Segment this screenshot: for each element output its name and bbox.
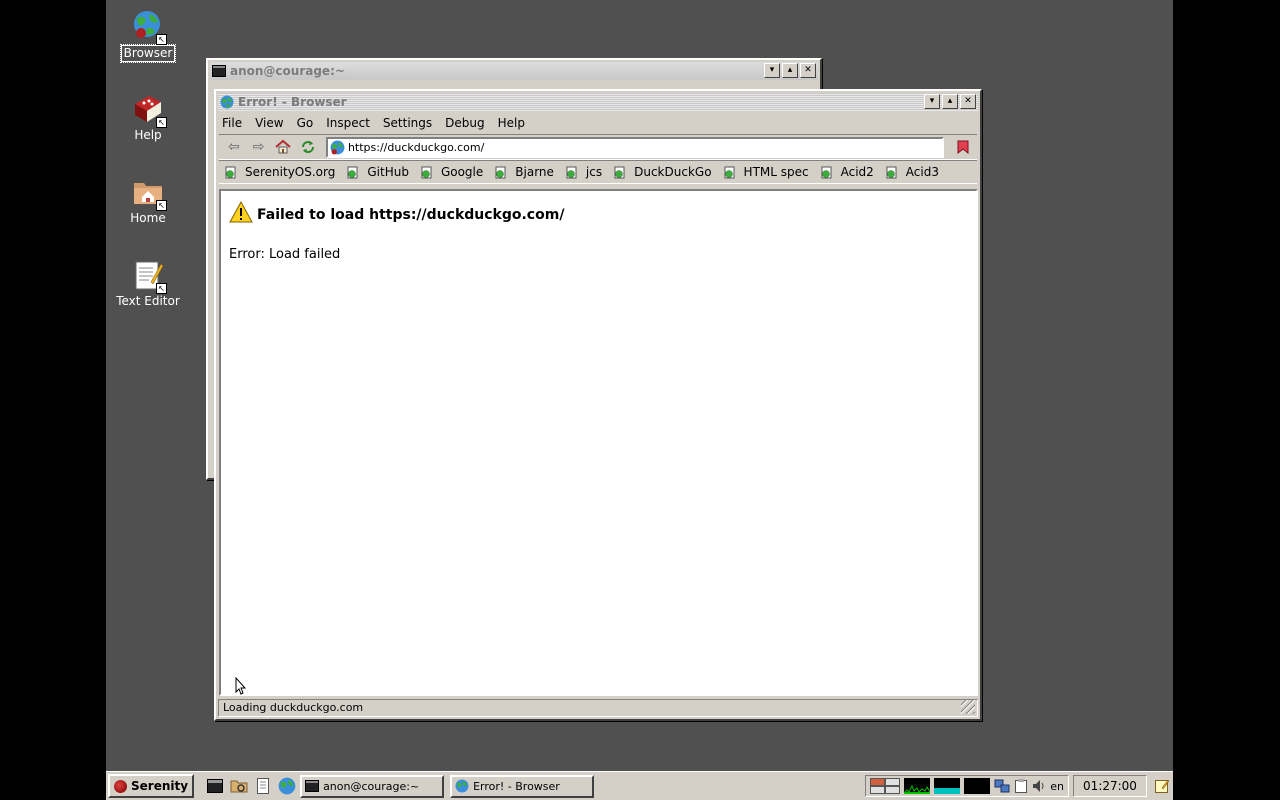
clipboard-icon[interactable]	[1014, 778, 1028, 794]
terminal-icon[interactable]	[206, 777, 224, 795]
bookmark-page-icon	[495, 166, 507, 179]
minimize-button[interactable]: ▾	[924, 94, 940, 109]
status-text: Loading duckduckgo.com	[223, 701, 364, 714]
bookmark-item[interactable]: Bjarne	[495, 165, 554, 179]
bookmark-item[interactable]: jcs	[566, 165, 602, 179]
text-editor-icon: ↖	[131, 258, 167, 294]
browser-title: Error! - Browser	[238, 95, 351, 109]
browser-globe-icon	[220, 95, 234, 109]
bookmark-page-icon	[821, 166, 833, 179]
bookmark-page-icon	[886, 166, 898, 179]
menu-inspect[interactable]: Inspect	[326, 116, 370, 130]
bookmark-item[interactable]: GitHub	[347, 165, 409, 179]
forward-arrow-icon[interactable]: ⇨	[248, 137, 270, 157]
tray-applets: en	[865, 775, 1069, 797]
menu-settings[interactable]: Settings	[383, 116, 432, 130]
status-bar: Loading duckduckgo.com	[218, 699, 978, 717]
bookmark-page-icon	[421, 166, 433, 179]
bookmark-item[interactable]: SerenityOS.org	[225, 165, 335, 179]
menu-go[interactable]: Go	[297, 116, 314, 130]
browser-globe-icon: ↖	[131, 9, 167, 45]
memory-graph[interactable]	[964, 778, 991, 794]
bookmark-item[interactable]: HTML spec	[724, 165, 809, 179]
navigation-toolbar: ⇦ ⇨ https://duckduckgo.com/	[219, 134, 977, 160]
menubar: File View Go Inspect Settings Debug Help	[216, 113, 980, 133]
taskbar: Serenity anon@courage:~ Error! - Browser	[106, 771, 1173, 800]
menu-file[interactable]: File	[222, 116, 242, 130]
home-folder-icon: ↖	[131, 175, 167, 211]
quick-launch	[206, 777, 296, 795]
back-arrow-icon[interactable]: ⇦	[223, 137, 245, 157]
maximize-button[interactable]: ▴	[942, 94, 958, 109]
start-button[interactable]: Serenity	[108, 774, 195, 798]
terminal-icon	[305, 779, 320, 793]
home-icon[interactable]	[272, 137, 294, 157]
bookmark-item[interactable]: Acid2	[821, 165, 874, 179]
desktop-icon-label: Home	[130, 211, 166, 225]
desktop-icon-browser[interactable]: ↖ Browser	[108, 9, 188, 63]
system-tray: en 01:27:00	[865, 775, 1173, 797]
cpu-graph[interactable]	[904, 778, 931, 794]
menu-help[interactable]: Help	[498, 116, 525, 130]
web-content[interactable]: Failed to load https://duckduckgo.com/ E…	[219, 189, 978, 696]
desktop-icon-text-editor[interactable]: ↖ Text Editor	[108, 258, 188, 309]
bookmark-item[interactable]: Acid3	[886, 165, 939, 179]
url-text: https://duckduckgo.com/	[347, 140, 485, 154]
browser-globe-icon[interactable]	[278, 777, 296, 795]
terminal-titlebar[interactable]: anon@courage:~ ▾ ▴ ✕	[210, 62, 818, 80]
workspaces-icon[interactable]	[870, 778, 901, 794]
desktop-icon-help[interactable]: ↖ Help	[108, 92, 188, 143]
serenity-logo-icon	[114, 779, 127, 793]
bookmark-item[interactable]: Google	[421, 165, 483, 179]
bookmark-icon[interactable]	[952, 137, 974, 157]
warning-icon	[229, 200, 253, 223]
help-book-icon: ↖	[131, 92, 167, 128]
close-button[interactable]: ✕	[800, 63, 816, 78]
bookmark-page-icon	[724, 166, 736, 179]
text-editor-icon[interactable]	[254, 777, 272, 795]
mouse-cursor-icon	[235, 676, 247, 698]
volume-icon[interactable]	[1032, 778, 1046, 794]
file-manager-icon[interactable]	[230, 777, 248, 795]
error-heading-row: Failed to load https://duckduckgo.com/	[229, 200, 565, 223]
browser-window[interactable]: Error! - Browser ▾ ▴ ✕ File View Go Insp…	[214, 89, 982, 721]
notes-icon[interactable]	[1151, 775, 1173, 797]
keyboard-layout[interactable]: en	[1050, 780, 1064, 793]
bookmark-page-icon	[347, 166, 359, 179]
clock[interactable]: 01:27:00	[1073, 775, 1147, 797]
url-input[interactable]: https://duckduckgo.com/	[325, 136, 945, 158]
menu-debug[interactable]: Debug	[445, 116, 484, 130]
globe-icon	[330, 140, 345, 155]
desktop-icon-label: Help	[134, 128, 162, 142]
browser-titlebar[interactable]: Error! - Browser ▾ ▴ ✕	[218, 93, 978, 111]
network-graph[interactable]	[934, 778, 961, 794]
terminal-icon	[212, 64, 226, 78]
error-heading: Failed to load https://duckduckgo.com/	[257, 207, 565, 223]
error-detail: Error: Load failed	[229, 247, 341, 262]
close-button[interactable]: ✕	[960, 94, 976, 109]
terminal-title: anon@courage:~	[230, 64, 349, 78]
bookmark-page-icon	[566, 166, 578, 179]
desktop-icon-home[interactable]: ↖ Home	[108, 175, 188, 226]
desktop-icon-label: Browser	[119, 44, 177, 63]
bookmark-page-icon	[225, 166, 237, 179]
minimize-button[interactable]: ▾	[764, 63, 780, 78]
desktop-icon-label: Text Editor	[116, 294, 180, 308]
network-icon[interactable]	[994, 778, 1010, 794]
resize-grip[interactable]	[961, 700, 975, 714]
bookmark-page-icon	[614, 166, 626, 179]
browser-globe-icon	[455, 779, 469, 793]
bookmark-item[interactable]: DuckDuckGo	[614, 165, 712, 179]
menu-view[interactable]: View	[255, 116, 283, 130]
bookmarks-bar: SerenityOS.org GitHub Google Bjarne jcs …	[219, 160, 977, 184]
task-button-browser[interactable]: Error! - Browser	[450, 774, 595, 798]
task-button-terminal[interactable]: anon@courage:~	[300, 774, 445, 798]
reload-icon[interactable]	[297, 137, 319, 157]
maximize-button[interactable]: ▴	[782, 63, 798, 78]
desktop: ↖ Browser ↖ Help ↖ Home ↖ Text Editor an…	[106, 0, 1173, 800]
